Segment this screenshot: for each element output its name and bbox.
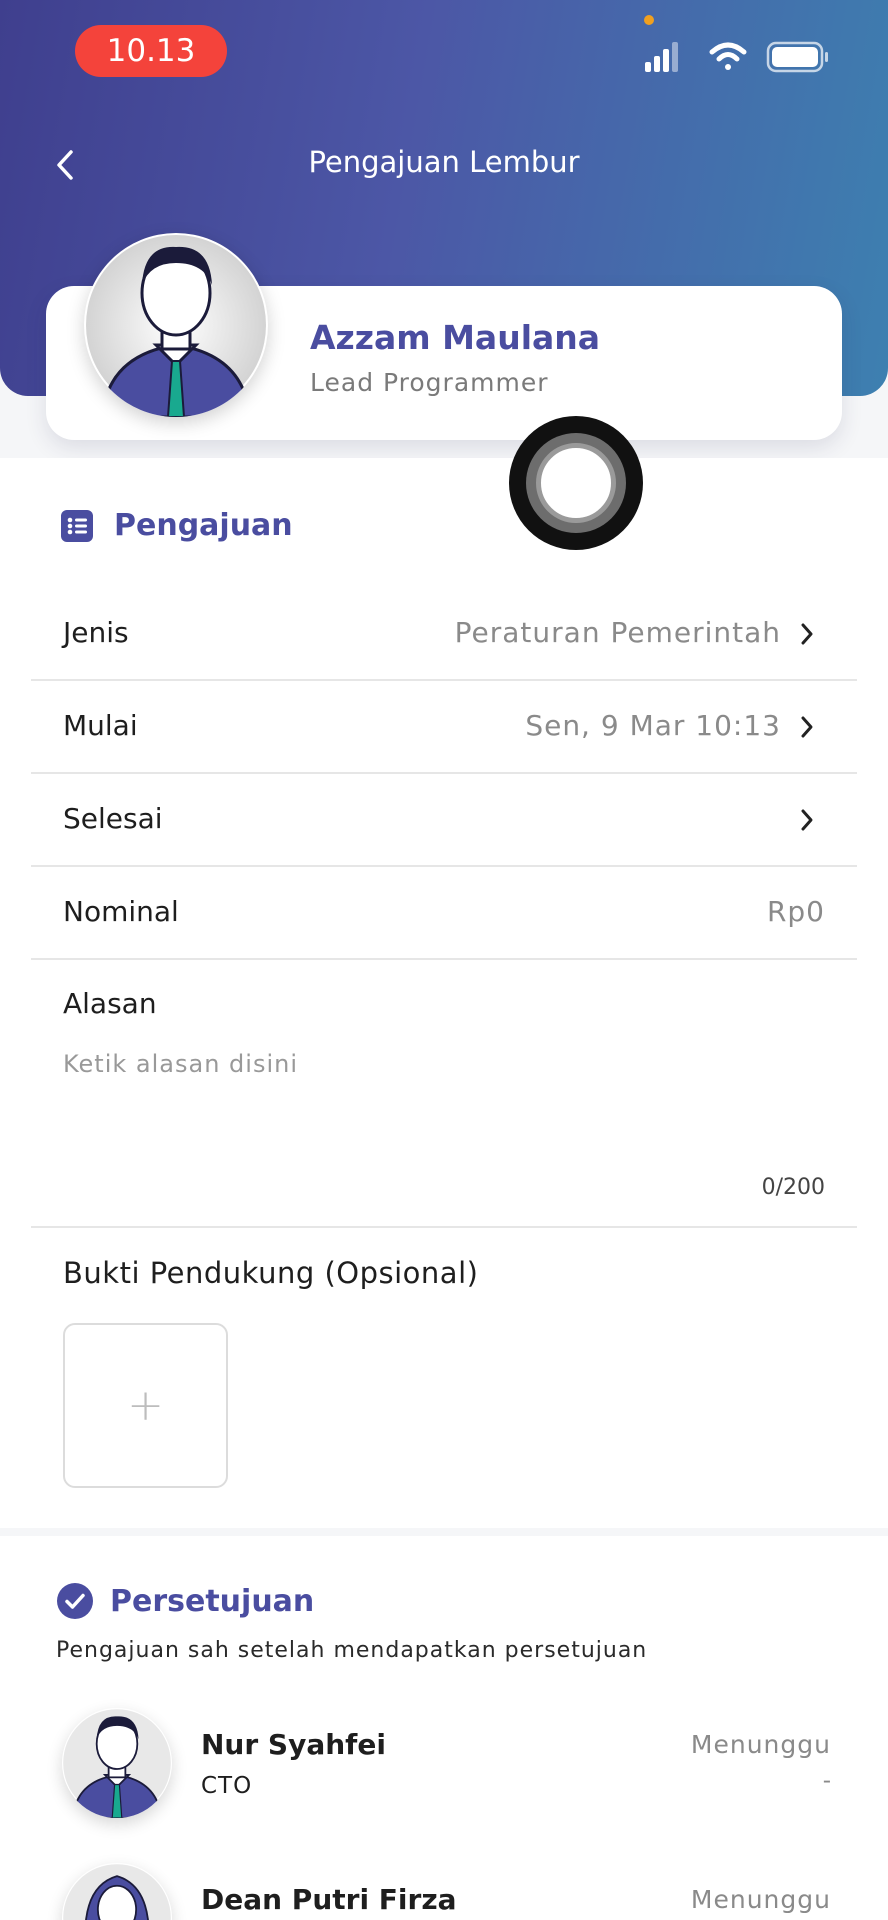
avatar [62,1863,172,1920]
divider [31,1226,857,1228]
plus-icon: + [127,1380,164,1431]
list-icon [61,509,93,542]
field-start[interactable]: Mulai Sen, 9 Mar 10:13 [31,681,857,774]
touch-indicator-center [536,443,616,523]
supporting-evidence-label: Bukti Pendukung (Opsional) [63,1256,479,1290]
page-title: Pengajuan Lembur [308,145,580,179]
status-time: 10.13 [75,25,227,77]
touch-indicator [509,416,643,550]
field-nominal-value: Rp0 [766,895,825,928]
touch-indicator-ring [526,433,626,533]
chevron-right-icon [801,809,813,831]
profile-role: Lead Programmer [310,368,549,397]
avatar-illustration [86,235,266,417]
signal-icon [645,42,678,72]
field-type[interactable]: Jenis Peraturan Pemerintah [31,588,857,681]
approver-item: Nur Syahfei CTO Menunggu - [0,1708,888,1838]
field-start-label: Mulai [63,709,138,742]
avatar [62,1708,172,1818]
approver-item: Dean Putri Firza Menunggu [0,1863,888,1920]
reason-input[interactable] [63,1050,823,1160]
approver-role: CTO [201,1773,253,1799]
approver-name: Dean Putri Firza [201,1883,457,1916]
field-nominal-label: Nominal [63,895,179,928]
field-start-value: Sen, 9 Mar 10:13 [525,709,781,742]
field-type-label: Jenis [63,616,129,649]
add-attachment-button[interactable]: + [63,1323,228,1488]
battery-icon [766,41,828,73]
approval-subtitle: Pengajuan sah setelah mendapatkan perset… [56,1638,648,1663]
approval-section-header: Persetujuan [56,1582,314,1620]
field-end-label: Selesai [63,802,163,835]
reason-char-counter: 0/200 [761,1175,825,1200]
privacy-indicator-dot [644,15,654,25]
profile-name: Azzam Maulana [310,318,601,357]
avatar-illustration [63,1709,171,1818]
field-nominal: Nominal Rp0 [31,867,857,960]
approval-section-title: Persetujuan [110,1583,315,1619]
submission-section-header: Pengajuan [60,508,293,543]
check-circle-icon [57,1583,93,1619]
approver-status: Menunggu [690,1730,831,1759]
chevron-right-icon [801,623,813,645]
chevron-right-icon [801,716,813,738]
approver-status: Menunggu [690,1885,831,1914]
profile-avatar [84,233,268,417]
field-end[interactable]: Selesai [31,774,857,867]
approver-date: - [822,1768,831,1794]
field-type-value: Peraturan Pemerintah [454,616,781,649]
avatar-illustration [63,1864,171,1920]
status-icons [645,41,828,73]
approver-name: Nur Syahfei [201,1728,386,1761]
reason-label: Alasan [63,987,157,1020]
wifi-icon [709,42,747,70]
submission-section-title: Pengajuan [114,508,293,543]
